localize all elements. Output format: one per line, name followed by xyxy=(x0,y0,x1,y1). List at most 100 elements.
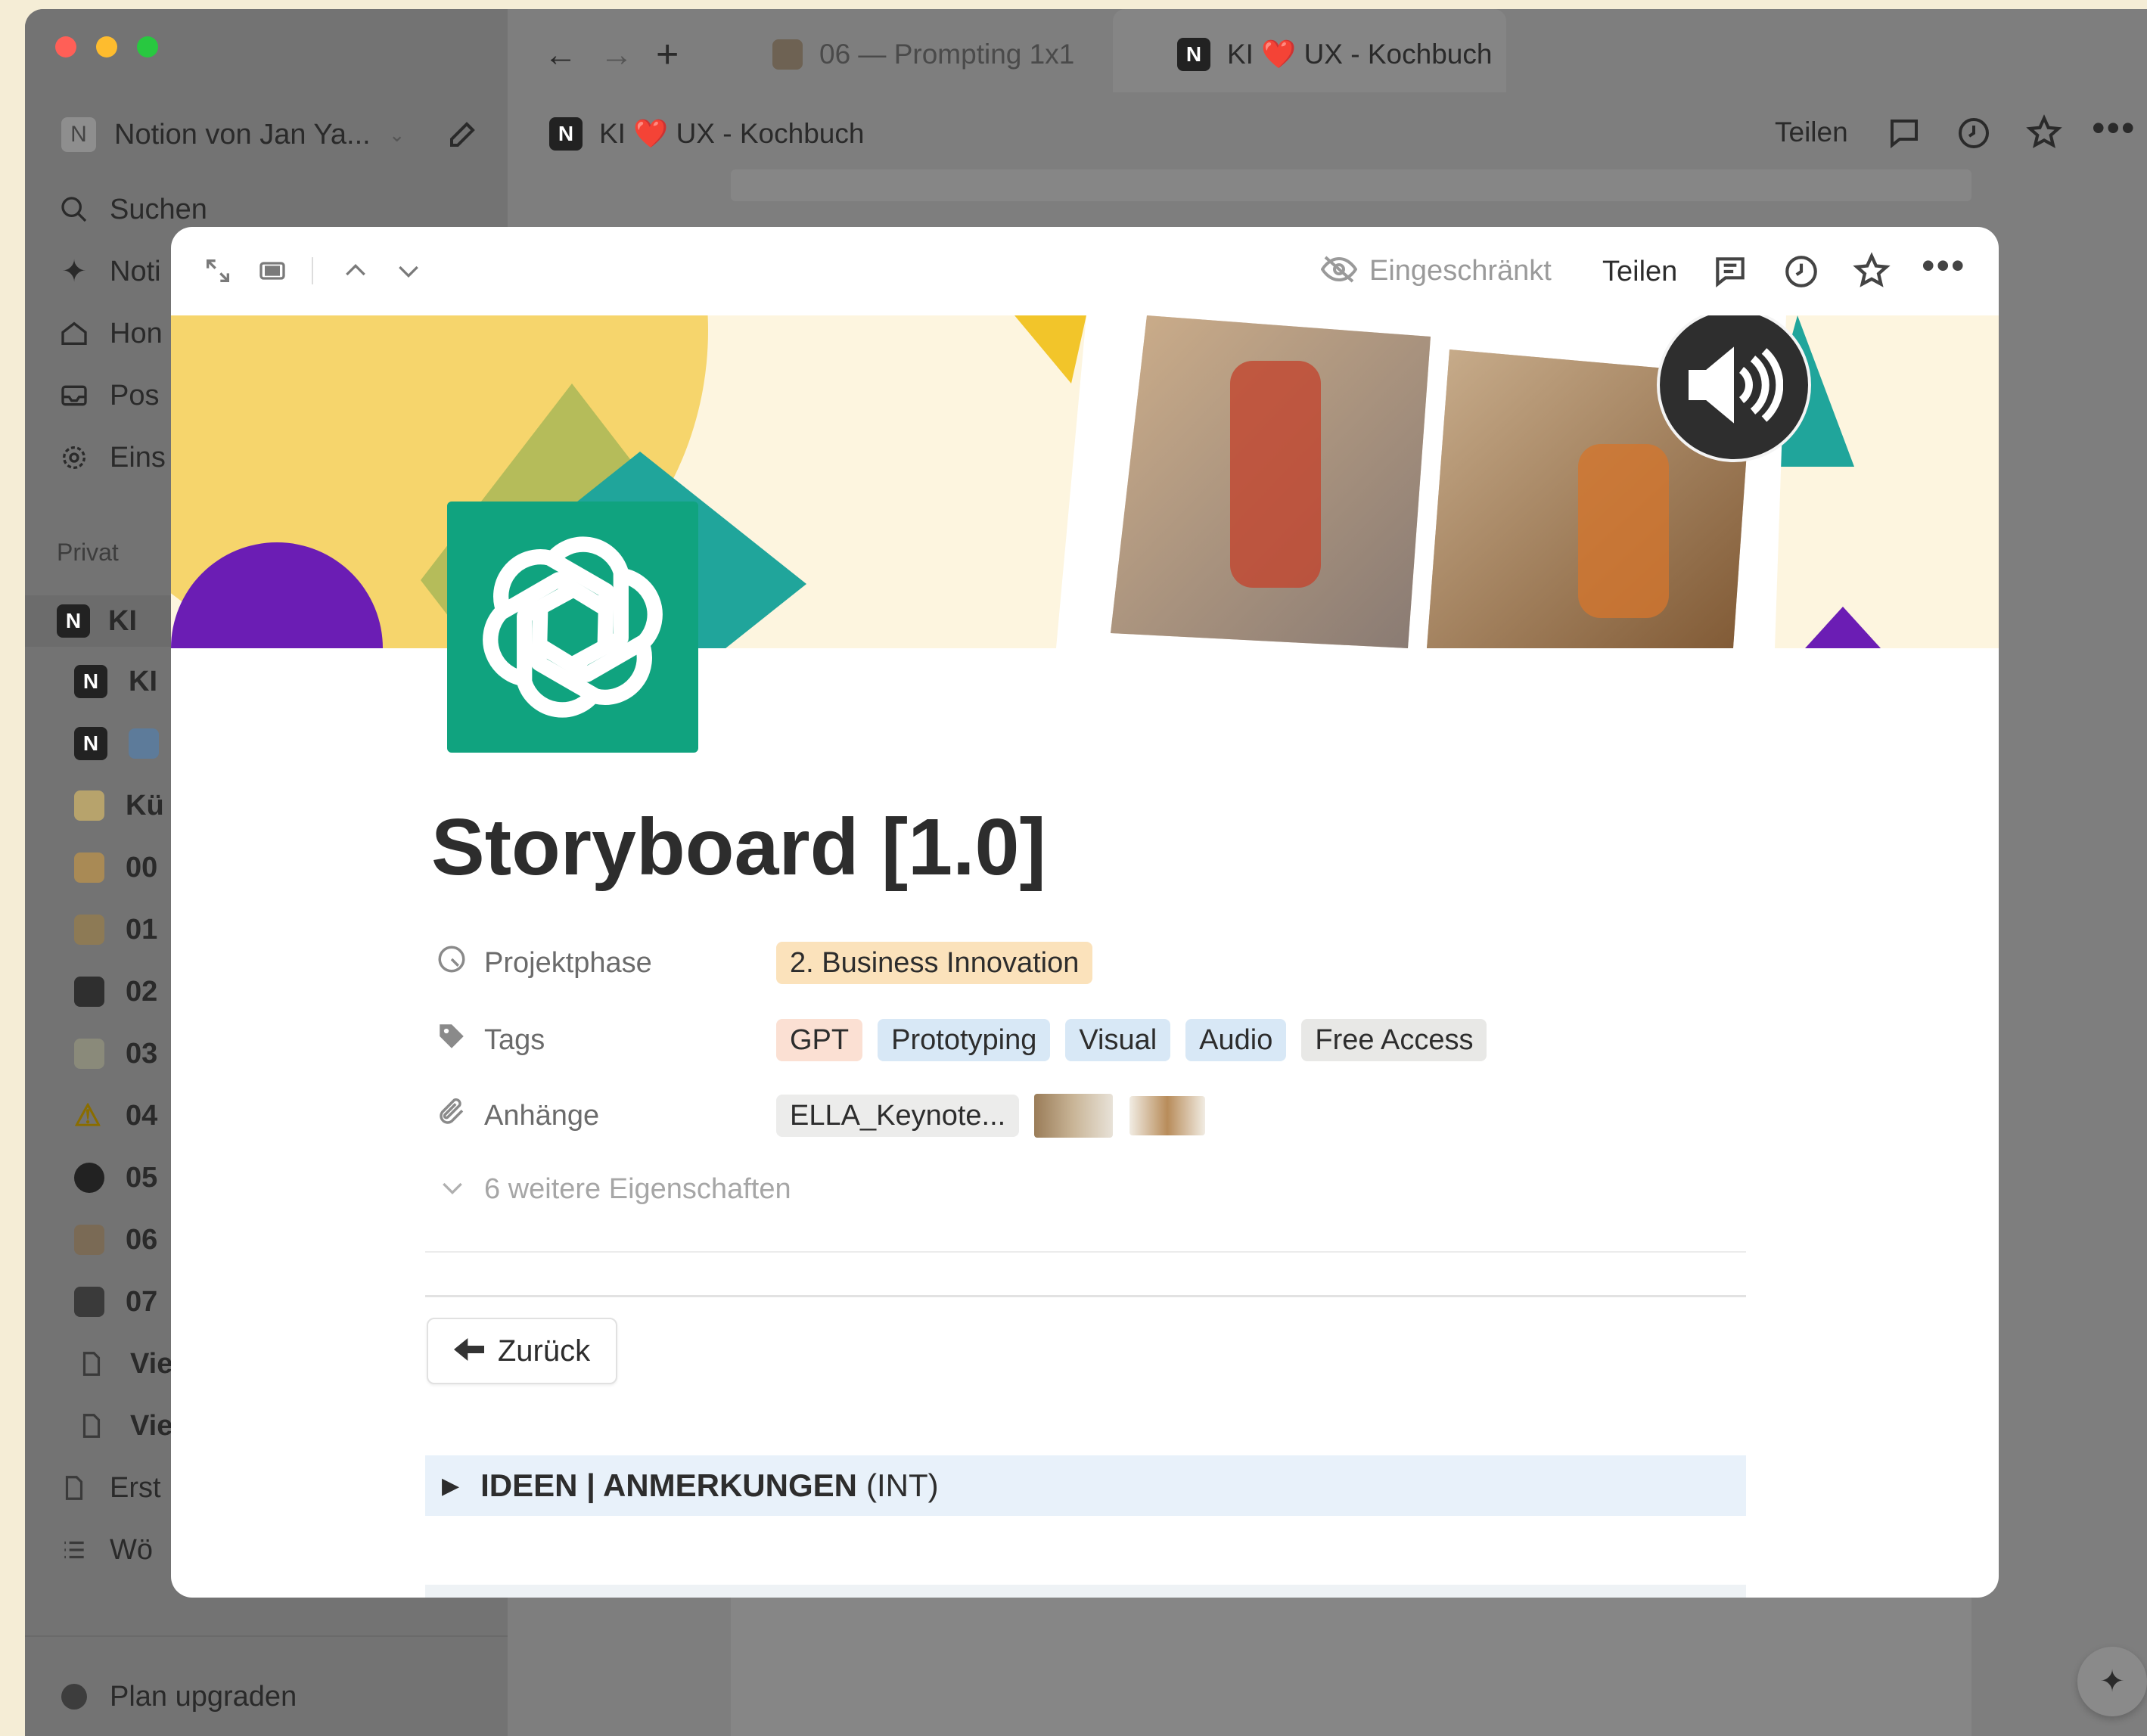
divider xyxy=(425,1295,1746,1297)
search-icon xyxy=(57,192,92,227)
notion-logo-icon: N xyxy=(74,727,107,760)
sidebar-item-label: 04 xyxy=(126,1099,158,1132)
page-icon-openai-logo[interactable] xyxy=(447,502,698,753)
workspace-switcher[interactable]: N Notion von Jan Ya... ⌄ xyxy=(61,111,405,158)
sidebar-page[interactable]: 01 xyxy=(74,906,157,953)
tag-audio[interactable]: Audio xyxy=(1185,1019,1287,1061)
eye-slash-icon xyxy=(1320,254,1358,288)
sidebar-item-label: 06 xyxy=(126,1223,158,1256)
chevron-down-icon[interactable] xyxy=(389,251,428,290)
share-button[interactable]: Teilen xyxy=(1602,256,1677,288)
history-icon[interactable] xyxy=(1956,115,1992,155)
sidebar-item-label: Vie xyxy=(130,1409,173,1442)
sidebar-page[interactable]: Kü xyxy=(74,782,164,829)
phase-badge[interactable]: 2. Business Innovation xyxy=(776,942,1093,984)
sidebar-item-label: Noti xyxy=(110,255,161,287)
sidebar-item-label: 00 xyxy=(126,851,158,884)
comment-icon[interactable] xyxy=(1711,253,1749,294)
back-button-label: Zurück xyxy=(497,1334,591,1368)
upgrade-plan-button[interactable]: Plan upgraden xyxy=(57,1673,297,1720)
next-block-hint xyxy=(425,1585,1746,1598)
toggle-heading-suffix: (INT) xyxy=(865,1467,939,1503)
sidebar-item-label: Erst xyxy=(110,1471,161,1504)
history-icon[interactable] xyxy=(1782,253,1820,294)
worker-emoji-icon xyxy=(74,915,104,945)
star-icon[interactable] xyxy=(1852,251,1891,294)
breadcrumb[interactable]: N KI ❤️ UX - Kochbuch xyxy=(549,104,864,164)
toggle-heading[interactable]: ▶ IDEEN | ANMERKUNGEN (INT) xyxy=(425,1455,1746,1516)
restricted-label: Eingeschränkt xyxy=(1369,255,1552,287)
star-icon[interactable] xyxy=(2025,113,2063,155)
inbox-icon xyxy=(57,378,92,413)
box-emoji-icon xyxy=(74,852,104,883)
property-label: Anhänge xyxy=(484,1099,600,1132)
notion-logo-icon: N xyxy=(57,604,90,638)
tag-gpt[interactable]: GPT xyxy=(776,1019,863,1061)
tab-label: KI ❤️ UX - Kochbuch xyxy=(1227,38,1493,70)
sidebar-page[interactable]: 00 xyxy=(74,844,157,891)
close-window-button[interactable] xyxy=(55,36,76,57)
upgrade-icon xyxy=(57,1679,92,1714)
minimize-window-button[interactable] xyxy=(96,36,117,57)
page-bar xyxy=(731,169,1971,201)
tab-prompting[interactable]: 06 — Prompting 1x1 xyxy=(772,24,1074,85)
sidebar-page[interactable]: Vie xyxy=(74,1402,172,1449)
comment-icon[interactable] xyxy=(1886,115,1922,155)
more-options-icon[interactable]: ••• xyxy=(2092,106,2136,150)
sidebar-item-home[interactable]: Hon xyxy=(57,310,163,357)
page-title[interactable]: Storyboard [1.0] xyxy=(431,802,1046,893)
sidebar-page[interactable]: N xyxy=(74,720,159,767)
doc-icon xyxy=(74,1346,109,1381)
bomb-emoji-icon xyxy=(74,1163,104,1193)
notion-logo-icon: N xyxy=(549,117,583,151)
settings-icon xyxy=(57,440,92,475)
ai-assistant-button[interactable]: ✦ xyxy=(2077,1647,2147,1716)
new-tab-icon[interactable]: + xyxy=(656,32,679,77)
notion-logo-icon: N xyxy=(1177,38,1210,71)
more-options-icon[interactable]: ••• xyxy=(1922,244,1966,287)
tag-visual[interactable]: Visual xyxy=(1065,1019,1171,1061)
expand-icon[interactable] xyxy=(198,251,238,290)
property-projektphase: Projektphase 2. Business Innovation xyxy=(436,936,1108,989)
more-properties-toggle[interactable]: 6 weitere Eigenschaften xyxy=(437,1172,791,1207)
sidebar-item-label: Suchen xyxy=(110,193,207,225)
sidebar-page[interactable]: 02 xyxy=(74,968,157,1015)
tag-free-access[interactable]: Free Access xyxy=(1301,1019,1487,1061)
chevron-up-icon[interactable] xyxy=(336,251,375,290)
restricted-access-indicator[interactable]: Eingeschränkt xyxy=(1320,254,1552,288)
page-preview xyxy=(731,1598,1971,1736)
triangle-right-icon[interactable]: ▶ xyxy=(442,1473,459,1499)
tab-kochbuch[interactable]: N KI ❤️ UX - Kochbuch xyxy=(1177,24,1492,85)
sidebar-page[interactable]: 03 xyxy=(74,1030,157,1077)
attachment-thumbnail[interactable] xyxy=(1129,1096,1206,1135)
new-page-icon[interactable] xyxy=(446,115,482,155)
workspace-name: Notion von Jan Ya... xyxy=(114,118,371,151)
back-button[interactable]: Zurück xyxy=(427,1318,617,1384)
sidebar-page[interactable]: 06 xyxy=(74,1216,157,1263)
sidebar-item-notion-ai[interactable]: ✦ Noti xyxy=(57,248,161,295)
tag-prototyping[interactable]: Prototyping xyxy=(878,1019,1051,1061)
sidebar-page[interactable]: Vie xyxy=(74,1340,172,1387)
sidebar-page-ki-kochbuch[interactable]: N KI xyxy=(57,598,137,644)
sidebar-page[interactable]: 05 xyxy=(74,1154,157,1201)
sidebar-page[interactable]: N KI xyxy=(74,658,157,705)
forward-arrow-icon[interactable]: → xyxy=(600,36,633,74)
property-attachments: Anhänge ELLA_Keynote... xyxy=(436,1089,1206,1142)
doc-icon xyxy=(74,1408,109,1443)
attachment-thumbnail[interactable] xyxy=(1034,1094,1114,1138)
sidebar-page[interactable]: ⚠ 04 xyxy=(74,1092,157,1139)
zoom-window-button[interactable] xyxy=(137,36,158,57)
back-arrow-icon[interactable]: ← xyxy=(544,36,577,74)
section-label: Privat xyxy=(57,539,119,566)
attachment-file[interactable]: ELLA_Keynote... xyxy=(776,1095,1020,1137)
sidebar-item-search[interactable]: Suchen xyxy=(57,186,207,233)
sidebar-page[interactable]: Erst xyxy=(57,1464,161,1511)
sidebar-page[interactable]: 07 xyxy=(74,1278,157,1325)
cover-image[interactable] xyxy=(171,315,1999,648)
sidebar-item-settings[interactable]: Eins xyxy=(57,434,166,481)
divider xyxy=(312,257,313,284)
side-peek-icon[interactable] xyxy=(253,251,292,290)
share-button[interactable]: Teilen xyxy=(1775,116,1848,148)
sidebar-item-inbox[interactable]: Pos xyxy=(57,372,159,419)
sidebar-page[interactable]: Wö xyxy=(57,1526,153,1573)
